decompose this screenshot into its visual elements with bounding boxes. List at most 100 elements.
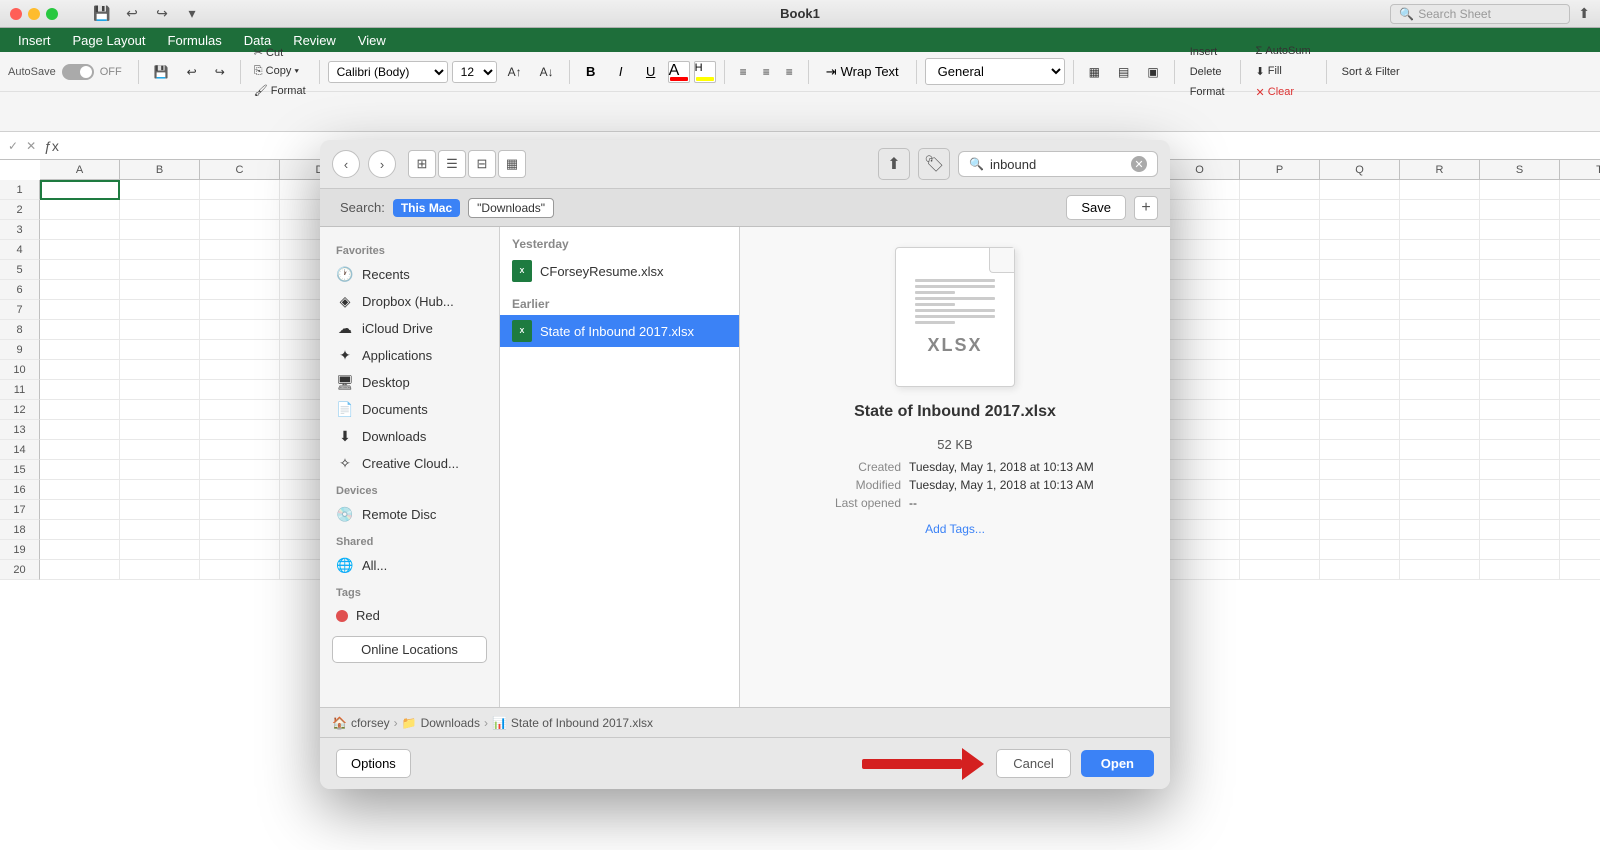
share-icon[interactable]: ⬆	[1578, 5, 1590, 22]
cell-Q12[interactable]	[1320, 400, 1400, 420]
cell-R5[interactable]	[1400, 260, 1480, 280]
cell-C6[interactable]	[200, 280, 280, 300]
wrap-text-btn[interactable]: ⇥ Wrap Text	[817, 59, 908, 85]
save-icon[interactable]: 💾	[90, 2, 114, 26]
cell-T2[interactable]	[1560, 200, 1600, 220]
cell-Q15[interactable]	[1320, 460, 1400, 480]
cell-P13[interactable]	[1240, 420, 1320, 440]
cell-A16[interactable]	[40, 480, 120, 500]
bold-btn[interactable]: B	[578, 59, 604, 85]
cell-P15[interactable]	[1240, 460, 1320, 480]
cell-P3[interactable]	[1240, 220, 1320, 240]
dialog-save-btn[interactable]: Save	[1066, 195, 1126, 220]
sidebar-item-dropbox[interactable]: ◈ Dropbox (Hub...	[320, 288, 499, 315]
cell-S20[interactable]	[1480, 560, 1560, 580]
cell-B10[interactable]	[120, 360, 200, 380]
redo-icon[interactable]: ↪	[150, 2, 174, 26]
italic-btn[interactable]: I	[608, 59, 634, 85]
cell-P16[interactable]	[1240, 480, 1320, 500]
cell-O6[interactable]	[1160, 280, 1240, 300]
cell-A2[interactable]	[40, 200, 120, 220]
dialog-back-btn[interactable]: ‹	[332, 150, 360, 178]
cell-O9[interactable]	[1160, 340, 1240, 360]
cell-C5[interactable]	[200, 260, 280, 280]
cell-B6[interactable]	[120, 280, 200, 300]
cell-C20[interactable]	[200, 560, 280, 580]
cell-C9[interactable]	[200, 340, 280, 360]
file-item-cforseyresume[interactable]: X CForseyResume.xlsx	[500, 255, 739, 287]
cell-S15[interactable]	[1480, 460, 1560, 480]
cell-B16[interactable]	[120, 480, 200, 500]
view-list-btn[interactable]: ☰	[438, 150, 466, 178]
cell-T19[interactable]	[1560, 540, 1600, 560]
cell-T7[interactable]	[1560, 300, 1600, 320]
add-tags-link[interactable]: Add Tags...	[925, 522, 985, 536]
cell-S17[interactable]	[1480, 500, 1560, 520]
cell-S14[interactable]	[1480, 440, 1560, 460]
undo-quick-btn[interactable]: ↩	[180, 62, 204, 82]
cell-C8[interactable]	[200, 320, 280, 340]
cell-C7[interactable]	[200, 300, 280, 320]
cell-O16[interactable]	[1160, 480, 1240, 500]
cell-A7[interactable]	[40, 300, 120, 320]
cell-P1[interactable]	[1240, 180, 1320, 200]
format-btn[interactable]: Format	[1183, 83, 1232, 101]
cell-C13[interactable]	[200, 420, 280, 440]
cell-T3[interactable]	[1560, 220, 1600, 240]
cell-S13[interactable]	[1480, 420, 1560, 440]
underline-btn[interactable]: U	[638, 59, 664, 85]
cell-T10[interactable]	[1560, 360, 1600, 380]
cell-P14[interactable]	[1240, 440, 1320, 460]
autosum-btn[interactable]: Σ AutoSum	[1249, 42, 1318, 60]
cell-B19[interactable]	[120, 540, 200, 560]
cell-R2[interactable]	[1400, 200, 1480, 220]
cell-P4[interactable]	[1240, 240, 1320, 260]
cell-P6[interactable]	[1240, 280, 1320, 300]
cell-T1[interactable]	[1560, 180, 1600, 200]
cell-B7[interactable]	[120, 300, 200, 320]
cell-T16[interactable]	[1560, 480, 1600, 500]
cell-R10[interactable]	[1400, 360, 1480, 380]
cell-R11[interactable]	[1400, 380, 1480, 400]
cell-B18[interactable]	[120, 520, 200, 540]
share-action-btn[interactable]: ⬆	[878, 148, 910, 180]
cell-T4[interactable]	[1560, 240, 1600, 260]
window-controls[interactable]	[10, 8, 58, 20]
highlight-color-btn[interactable]: H	[694, 61, 716, 83]
cell-P12[interactable]	[1240, 400, 1320, 420]
cell-O3[interactable]	[1160, 220, 1240, 240]
cell-C12[interactable]	[200, 400, 280, 420]
cell-C18[interactable]	[200, 520, 280, 540]
cell-S12[interactable]	[1480, 400, 1560, 420]
cell-P8[interactable]	[1240, 320, 1320, 340]
cell-P2[interactable]	[1240, 200, 1320, 220]
cell-B8[interactable]	[120, 320, 200, 340]
cell-Q14[interactable]	[1320, 440, 1400, 460]
maximize-button[interactable]	[46, 8, 58, 20]
cell-O17[interactable]	[1160, 500, 1240, 520]
insert-btn[interactable]: Insert	[1183, 43, 1232, 61]
online-locations-btn[interactable]: Online Locations	[332, 636, 487, 663]
cell-B2[interactable]	[120, 200, 200, 220]
cell-S6[interactable]	[1480, 280, 1560, 300]
cell-Q4[interactable]	[1320, 240, 1400, 260]
breadcrumb-home[interactable]: cforsey	[351, 716, 390, 730]
cell-C3[interactable]	[200, 220, 280, 240]
cell-P7[interactable]	[1240, 300, 1320, 320]
cancel-btn[interactable]: Cancel	[996, 749, 1070, 778]
cell-B4[interactable]	[120, 240, 200, 260]
cell-P11[interactable]	[1240, 380, 1320, 400]
cell-R3[interactable]	[1400, 220, 1480, 240]
cut-btn[interactable]: ✂ Cut	[249, 44, 311, 61]
cell-R8[interactable]	[1400, 320, 1480, 340]
cell-P18[interactable]	[1240, 520, 1320, 540]
cell-A3[interactable]	[40, 220, 120, 240]
cell-A8[interactable]	[40, 320, 120, 340]
cell-A1[interactable]	[40, 180, 120, 200]
cell-P20[interactable]	[1240, 560, 1320, 580]
cell-C19[interactable]	[200, 540, 280, 560]
cell-O20[interactable]	[1160, 560, 1240, 580]
cell-Q3[interactable]	[1320, 220, 1400, 240]
menu-formulas[interactable]: Formulas	[158, 31, 232, 50]
cell-T15[interactable]	[1560, 460, 1600, 480]
